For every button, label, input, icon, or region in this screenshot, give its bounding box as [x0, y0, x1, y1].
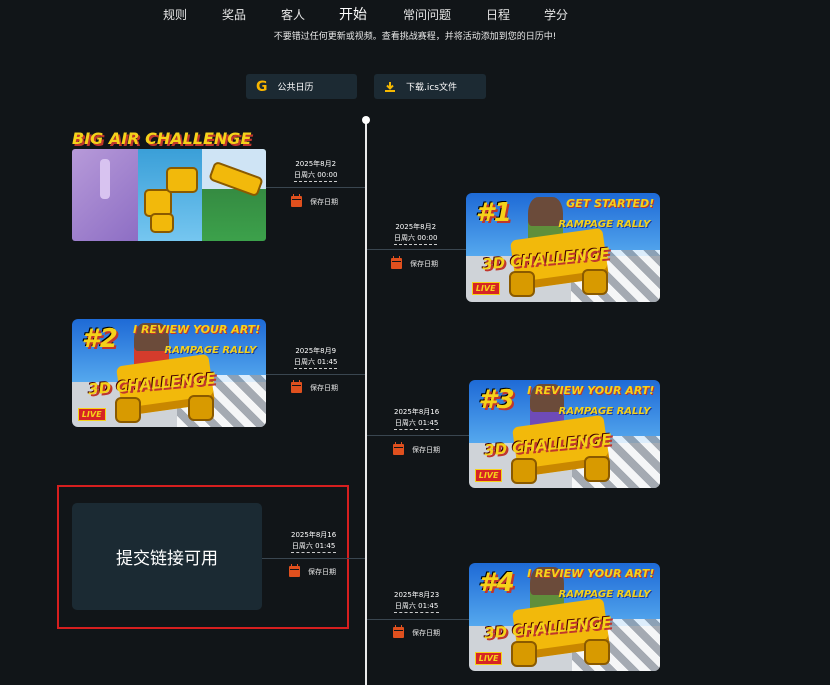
nav-rules[interactable]: 规则 — [163, 6, 187, 23]
download-icon — [384, 81, 396, 93]
submission-link-card[interactable]: 提交链接可用 — [72, 503, 262, 610]
event-date: 2025年8月16 日周六 01:45 — [394, 407, 440, 430]
card-thumbnail — [72, 149, 266, 241]
card-title: BIG AIR CHALLENGE — [72, 129, 252, 148]
event-date: 2025年8月2 日周六 00:00 — [394, 222, 438, 245]
submission-link-label: 提交链接可用 — [116, 549, 218, 569]
nav-prizes[interactable]: 奖品 — [222, 6, 246, 23]
connector-line — [262, 558, 365, 559]
connector-line — [266, 374, 365, 375]
download-ics-label: 下载.ics文件 — [406, 83, 457, 93]
save-date-button[interactable]: 保存日期 — [289, 564, 336, 577]
download-ics-button[interactable]: 下载.ics文件 — [374, 74, 486, 99]
nav-start[interactable]: 开始 — [339, 4, 367, 24]
event-date: 2025年8月9 日周六 01:45 — [294, 346, 338, 369]
connector-line — [266, 187, 365, 188]
save-date-button[interactable]: 保存日期 — [393, 625, 440, 638]
event-date: 2025年8月23 日周六 01:45 — [394, 590, 440, 613]
timeline-line — [365, 119, 367, 685]
card-thumbnail: #4 I REVIEW YOUR ART! RAMPAGE RALLY 3D C… — [469, 563, 660, 671]
event-card-4[interactable]: #4 I REVIEW YOUR ART! RAMPAGE RALLY 3D C… — [469, 563, 660, 671]
event-card-3[interactable]: #3 I REVIEW YOUR ART! RAMPAGE RALLY 3D C… — [469, 380, 660, 488]
timeline-start-dot — [362, 116, 370, 124]
nav-schedule[interactable]: 日程 — [486, 6, 510, 23]
top-nav: 规则 奖品 客人 开始 常问问题 日程 学分 — [0, 6, 830, 26]
event-card-big-air[interactable]: BIG AIR CHALLENGE — [72, 129, 266, 241]
connector-line — [367, 619, 469, 620]
card-thumbnail: #2 I REVIEW YOUR ART! RAMPAGE RALLY 3D C… — [72, 319, 266, 427]
google-g-icon: G — [256, 78, 268, 95]
public-calendar-button[interactable]: G 公共日历 — [246, 74, 357, 99]
save-date-button[interactable]: 保存日期 — [291, 380, 338, 393]
card-thumbnail: #3 I REVIEW YOUR ART! RAMPAGE RALLY 3D C… — [469, 380, 660, 488]
nav-guests[interactable]: 客人 — [281, 6, 305, 23]
calendar-icon — [393, 625, 404, 638]
save-date-button[interactable]: 保存日期 — [291, 194, 338, 207]
calendar-icon — [291, 380, 302, 393]
nav-credits[interactable]: 学分 — [544, 6, 568, 23]
card-thumbnail: #1 GET STARTED! RAMPAGE RALLY 3D CHALLEN… — [466, 193, 660, 302]
public-calendar-label: 公共日历 — [277, 83, 314, 93]
save-date-button[interactable]: 保存日期 — [393, 442, 440, 455]
event-card-2[interactable]: #2 I REVIEW YOUR ART! RAMPAGE RALLY 3D C… — [72, 319, 266, 427]
calendar-icon — [291, 194, 302, 207]
calendar-icon — [393, 442, 404, 455]
calendar-icon — [289, 564, 300, 577]
event-date: 2025年8月2 日周六 00:00 — [294, 159, 338, 182]
page-subtitle: 不要错过任何更新或视频。查看挑战赛程，并将活动添加到您的日历中! — [273, 32, 557, 42]
event-card-1[interactable]: #1 GET STARTED! RAMPAGE RALLY 3D CHALLEN… — [466, 193, 660, 302]
connector-line — [367, 249, 466, 250]
connector-line — [367, 435, 469, 436]
save-date-button[interactable]: 保存日期 — [391, 256, 438, 269]
calendar-icon — [391, 256, 402, 269]
event-date: 2025年8月16 日周六 01:45 — [291, 530, 337, 553]
nav-faq[interactable]: 常问问题 — [403, 6, 451, 23]
